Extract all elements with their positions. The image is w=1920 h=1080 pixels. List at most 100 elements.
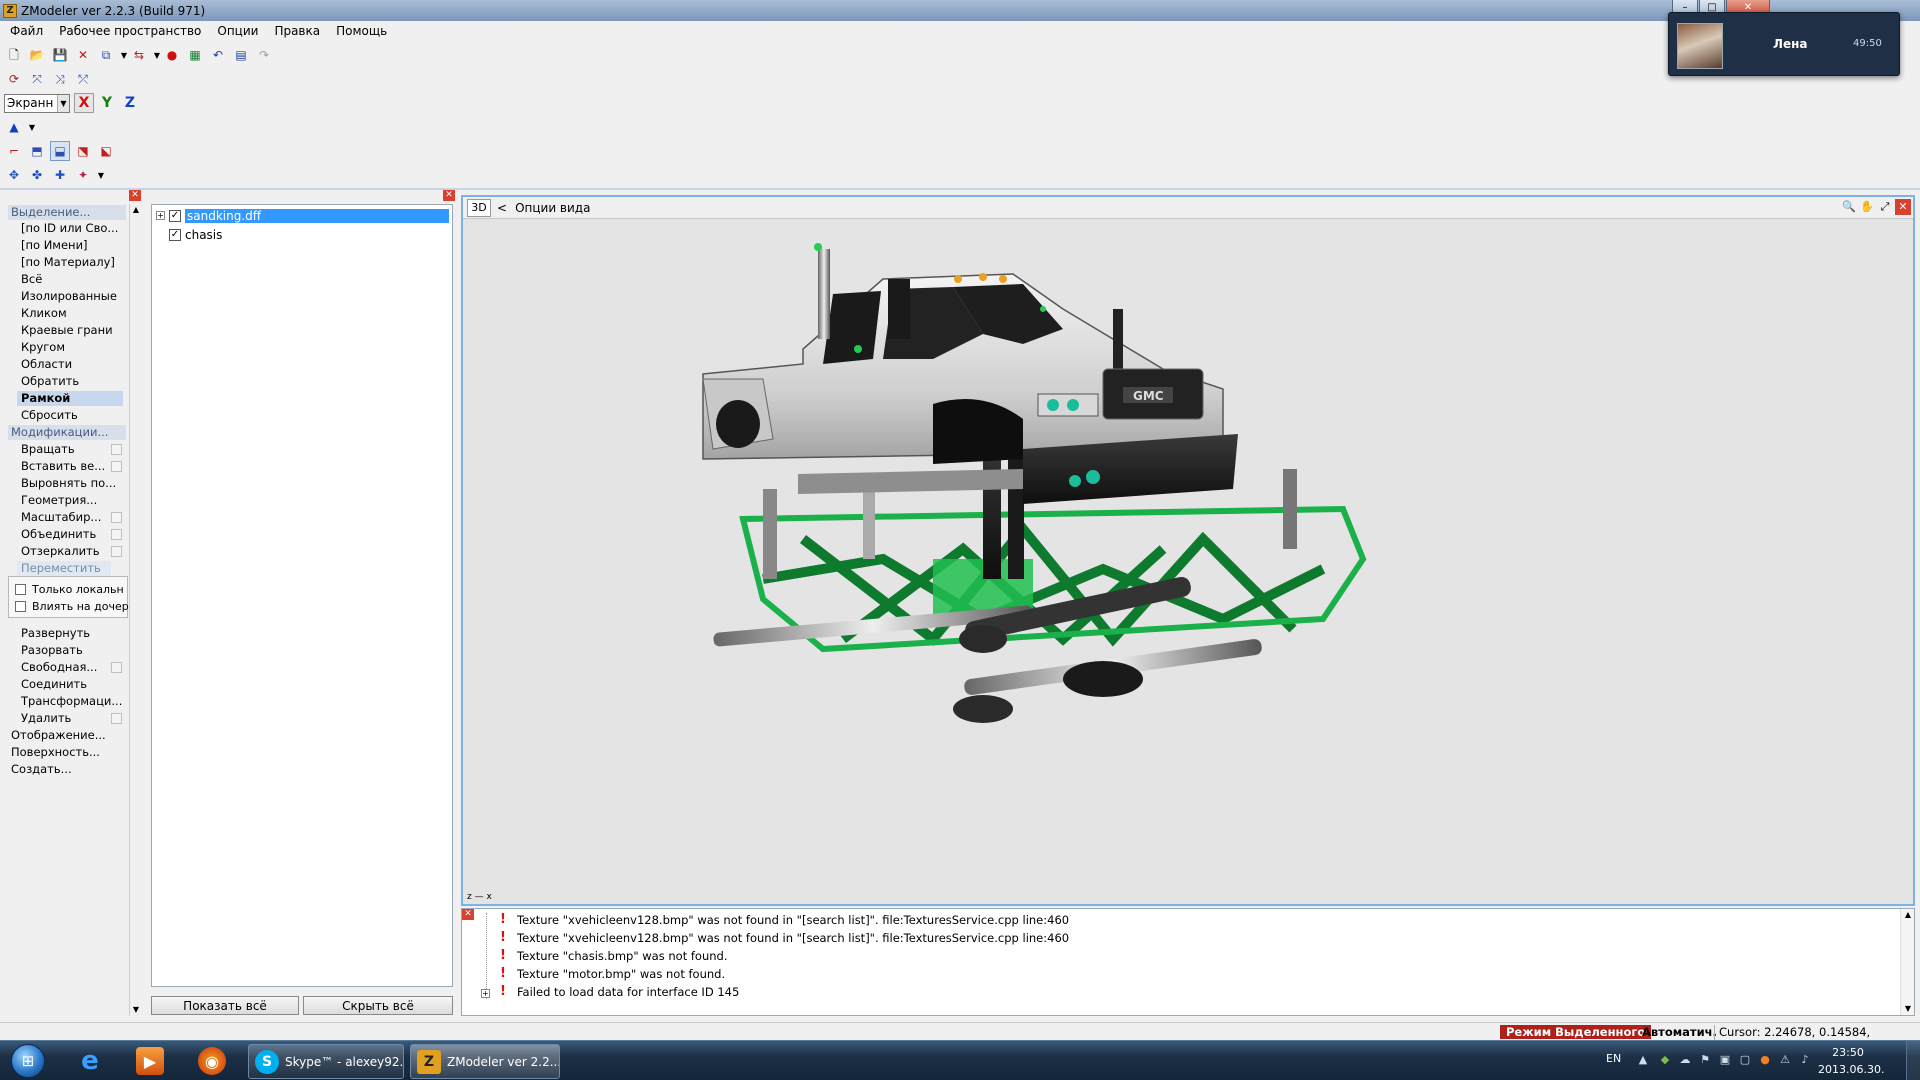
save-icon[interactable]: 💾: [50, 45, 70, 65]
view-mode-select[interactable]: Экранн ▼: [4, 93, 70, 113]
selection-invert[interactable]: Обратить: [21, 374, 79, 389]
language-indicator[interactable]: EN: [1606, 1052, 1621, 1065]
modify-mirror[interactable]: Отзеркалить: [21, 544, 100, 559]
tray-flag-icon[interactable]: ⚑: [1698, 1053, 1712, 1067]
tree-node-sandking[interactable]: + ✓ sandking.dff: [156, 207, 449, 224]
status-mode-badge[interactable]: Режим Выделенного: [1500, 1025, 1652, 1039]
modify-section-header[interactable]: Модификации...: [8, 425, 126, 440]
tool-bone-icon[interactable]: ✚: [50, 165, 70, 185]
modify-scale[interactable]: Масштабир...: [21, 510, 101, 525]
selection-by-name[interactable]: [по Имени]: [21, 238, 88, 253]
modify-unwrap[interactable]: Развернуть: [21, 626, 90, 641]
clock-time[interactable]: 23:50: [1818, 1046, 1878, 1059]
materials-icon[interactable]: ▦: [185, 45, 205, 65]
tray-display-icon[interactable]: ▢: [1738, 1053, 1752, 1067]
selection-click[interactable]: Кликом: [21, 306, 67, 321]
modify-break[interactable]: Разорвать: [21, 643, 83, 658]
modify-move[interactable]: Переместить: [17, 561, 111, 576]
selection-frame[interactable]: Рамкой: [17, 391, 123, 406]
affect-children-checkbox[interactable]: [15, 601, 26, 612]
modify-delete-options[interactable]: [111, 713, 122, 724]
tray-expand-icon[interactable]: ▲: [1636, 1053, 1650, 1067]
axis-y-button[interactable]: Y: [97, 93, 117, 113]
tray-volume-icon[interactable]: ♪: [1798, 1053, 1812, 1067]
log-entry[interactable]: ! Texture "chasis.bmp" was not found.: [497, 948, 727, 963]
tool-scale-icon[interactable]: ✦: [73, 165, 93, 185]
scroll-down-icon[interactable]: ▼: [130, 1004, 142, 1016]
create-section[interactable]: Создать...: [11, 762, 72, 777]
menu-options[interactable]: Опции: [211, 24, 264, 38]
close-log-icon[interactable]: ✕: [462, 909, 474, 920]
maximize-viewport-icon[interactable]: ⤢: [1877, 199, 1893, 215]
selection-by-id[interactable]: [по ID или Сво...: [21, 221, 118, 236]
menu-help[interactable]: Помощь: [330, 24, 393, 38]
redo-icon[interactable]: ↷: [254, 45, 274, 65]
expand-icon[interactable]: +: [156, 211, 165, 220]
modify-mirror-options[interactable]: [111, 546, 122, 557]
tray-antivirus-icon[interactable]: ●: [1758, 1053, 1772, 1067]
tray-warning-icon[interactable]: ⚠: [1778, 1053, 1792, 1067]
modify-delete[interactable]: Удалить: [21, 711, 71, 726]
viewport-3d[interactable]: 3D < Опции вида 🔍 ✋ ⤢ ✕ GMC z — x: [461, 195, 1915, 906]
commands-scrollbar[interactable]: ▲ ▼: [129, 204, 141, 1016]
view-options-button[interactable]: Опции вида: [515, 201, 590, 215]
modify-connect[interactable]: Соединить: [21, 677, 87, 692]
select-vertex-icon[interactable]: ⌐: [4, 141, 24, 161]
taskbar-firefox[interactable]: ◉: [186, 1044, 238, 1078]
show-all-button[interactable]: Показать всё: [151, 996, 299, 1015]
log-entry[interactable]: ! Texture "xvehicleenv128.bmp" was not f…: [497, 930, 1069, 945]
axis-z-button[interactable]: Z: [120, 93, 140, 113]
status-auto[interactable]: Автоматич.: [1642, 1025, 1717, 1039]
modify-free[interactable]: Свободная...: [21, 660, 97, 675]
close-viewport-icon[interactable]: ✕: [1895, 199, 1911, 215]
scroll-up-icon[interactable]: ▲: [1901, 909, 1915, 921]
start-button[interactable]: ⊞: [4, 1042, 52, 1080]
pivot-dropdown-icon[interactable]: ▼: [27, 123, 37, 132]
display-section[interactable]: Отображение...: [11, 728, 106, 743]
modify-rotate[interactable]: Вращать: [21, 442, 75, 457]
log-entry[interactable]: ! Texture "motor.bmp" was not found.: [497, 966, 725, 981]
zoom-icon[interactable]: 🔍: [1841, 199, 1857, 215]
new-file-icon[interactable]: 🗋: [4, 45, 24, 65]
menu-edit[interactable]: Правка: [268, 24, 326, 38]
selection-reset[interactable]: Сбросить: [21, 408, 78, 423]
modify-geometry[interactable]: Геометрия...: [21, 493, 97, 508]
magnet-icon[interactable]: ⟳: [4, 69, 24, 89]
render-icon[interactable]: ●: [162, 45, 182, 65]
menu-workspace[interactable]: Рабочее пространство: [53, 24, 207, 38]
visibility-checkbox[interactable]: ✓: [169, 209, 181, 222]
axis-x-button[interactable]: X: [74, 93, 94, 113]
snap-vertex-icon[interactable]: ⤧: [27, 69, 47, 89]
modify-insert[interactable]: Вставить ве...: [21, 459, 105, 474]
selection-boundary-edges[interactable]: Краевые грани: [21, 323, 113, 338]
modify-merge[interactable]: Объединить: [21, 527, 96, 542]
open-folder-icon[interactable]: 📂: [27, 45, 47, 65]
tool-move-icon[interactable]: ✥: [4, 165, 24, 185]
delete-icon[interactable]: ✕: [73, 45, 93, 65]
modify-free-options[interactable]: [111, 662, 122, 673]
only-local-checkbox[interactable]: [15, 584, 26, 595]
snap-axis-icon[interactable]: ⤱: [73, 69, 93, 89]
modify-scale-options[interactable]: [111, 512, 122, 523]
scroll-up-icon[interactable]: ▲: [130, 204, 142, 216]
viewport-scene[interactable]: GMC z — x: [463, 219, 1913, 904]
selection-all[interactable]: Всё: [21, 272, 42, 287]
select-face-icon[interactable]: ⬒: [27, 141, 47, 161]
pan-hand-icon[interactable]: ✋: [1859, 199, 1875, 215]
taskbar-task-zmodeler[interactable]: Z ZModeler ver 2.2....: [410, 1044, 560, 1079]
export-icon[interactable]: ⇆: [129, 45, 149, 65]
hide-all-button[interactable]: Скрыть всё: [303, 996, 453, 1015]
viewport-mode-button[interactable]: 3D: [467, 198, 491, 217]
tree-node-chasis[interactable]: ✓ chasis: [169, 226, 222, 243]
taskbar-ie[interactable]: e: [64, 1044, 116, 1078]
scroll-down-icon[interactable]: ▼: [1901, 1003, 1915, 1015]
expand-icon[interactable]: +: [481, 989, 490, 998]
scene-tree[interactable]: + ✓ sandking.dff ✓ chasis: [151, 204, 453, 987]
select-hierarchy-icon[interactable]: ⬕: [96, 141, 116, 161]
surface-section[interactable]: Поверхность...: [11, 745, 100, 760]
selection-isolated[interactable]: Изолированные: [21, 289, 117, 304]
viewport-back-arrow[interactable]: <: [497, 201, 507, 215]
menu-file[interactable]: Файл: [4, 24, 49, 38]
tools-dropdown-icon[interactable]: ▼: [96, 171, 106, 180]
pivot-icon[interactable]: ▲: [4, 117, 24, 137]
